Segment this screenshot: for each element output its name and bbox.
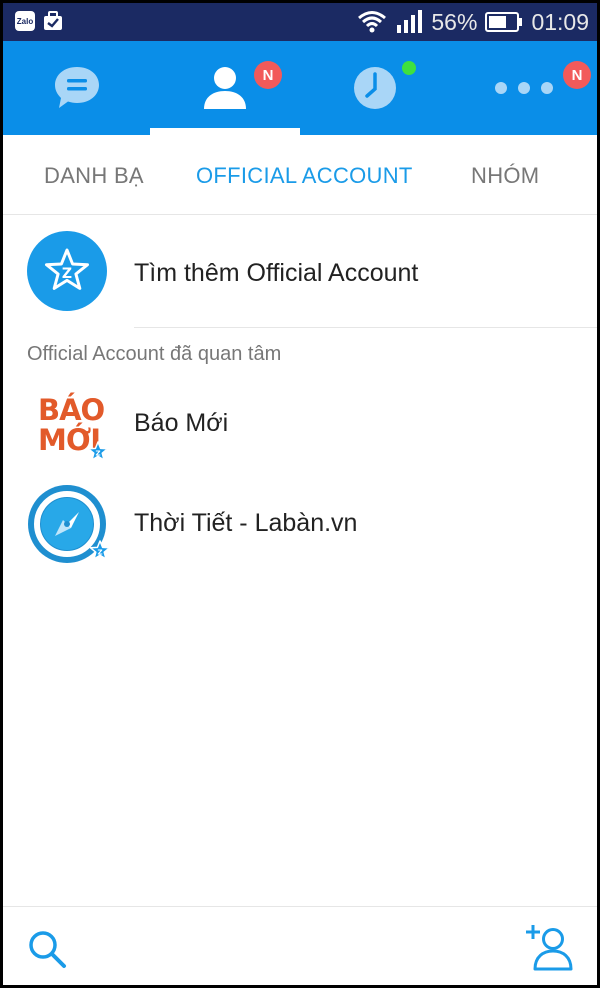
- contacts-person-icon: [204, 67, 246, 109]
- svg-text:Z: Z: [97, 549, 102, 557]
- account-row-thoi-tiet[interactable]: Z Thời Tiết - Labàn.vn: [3, 478, 597, 578]
- row-divider: [134, 327, 597, 328]
- account-name-thoi-tiet: Thời Tiết - Labàn.vn: [134, 509, 358, 537]
- active-tab-indicator: [150, 128, 300, 135]
- svg-text:Z: Z: [62, 266, 72, 282]
- add-contact-icon[interactable]: [525, 923, 573, 971]
- main-tab-bar: N N: [3, 41, 597, 135]
- briefcase-check-icon: [44, 11, 62, 30]
- search-icon[interactable]: [27, 929, 67, 969]
- tab-messages[interactable]: [3, 41, 150, 135]
- bottom-action-bar: [3, 906, 597, 985]
- account-row-bao-moi[interactable]: BÁO MỚI Z Báo Mới: [3, 373, 597, 478]
- tab-timeline[interactable]: [300, 41, 450, 135]
- official-account-star-avatar: Z: [27, 231, 107, 311]
- clock-icon: [354, 67, 396, 109]
- system-status: 56% 01:09: [357, 7, 589, 37]
- official-badge-icon: Z: [89, 540, 111, 560]
- wifi-icon: [358, 11, 387, 33]
- find-official-account-label: Tìm thêm Official Account: [134, 259, 419, 287]
- star-z-icon: Z: [45, 248, 89, 290]
- svg-text:Z: Z: [95, 450, 100, 458]
- timeline-online-dot: [402, 61, 416, 75]
- clock-time: 01:09: [531, 8, 589, 35]
- more-dots-icon: [494, 82, 553, 94]
- status-bar: Zalo 56% 01:09: [3, 3, 597, 41]
- zalo-notification-icon: Zalo: [15, 11, 35, 31]
- chat-bubble-icon: [54, 67, 99, 108]
- subtab-nhom[interactable]: NHÓM: [471, 163, 539, 189]
- subtab-official-account[interactable]: OFFICIAL ACCOUNT: [196, 163, 413, 189]
- find-official-account-row[interactable]: Z Tìm thêm Official Account: [3, 215, 597, 328]
- followed-accounts-header: Official Account đã quan tâm: [27, 343, 282, 365]
- battery-percent: 56%: [431, 8, 478, 35]
- signal-icon: [397, 10, 423, 33]
- bao-moi-logo: BÁO MỚI Z: [25, 387, 109, 467]
- notification-icons: Zalo: [15, 11, 63, 31]
- device-frame: Zalo 56% 01:09 N N DANH BẠ OFFICIAL ACCO…: [0, 0, 600, 988]
- more-notification-badge: N: [563, 61, 591, 89]
- account-name-bao-moi: Báo Mới: [134, 409, 229, 437]
- app-screen: Zalo 56% 01:09 N N DANH BẠ OFFICIAL ACCO…: [3, 3, 597, 985]
- official-badge-icon: Z: [87, 441, 109, 461]
- tab-contacts[interactable]: [150, 41, 300, 135]
- battery-icon: [485, 12, 523, 32]
- contacts-sub-tabs: DANH BẠ OFFICIAL ACCOUNT NHÓM: [3, 135, 597, 215]
- subtab-danh-ba[interactable]: DANH BẠ: [44, 163, 144, 189]
- contacts-notification-badge: N: [254, 61, 282, 89]
- bao-moi-logo-line1: BÁO: [38, 393, 105, 427]
